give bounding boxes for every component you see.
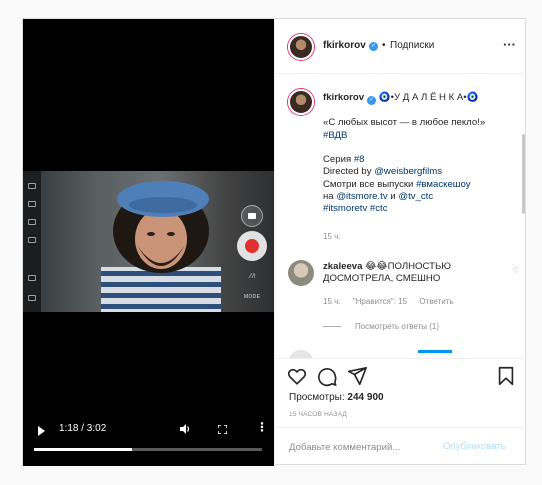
share-icon[interactable] [346, 365, 368, 387]
video-person-image [101, 181, 221, 312]
video-progress-fill [34, 448, 133, 451]
scrollbar[interactable] [522, 134, 525, 214]
video-frame[interactable]: ﾉﾊ MODE [23, 171, 274, 312]
header-username[interactable]: fkirkorov [323, 40, 366, 51]
views-number: 244 900 [347, 392, 384, 403]
comment-likes[interactable]: "Нравится": 15 [353, 297, 407, 306]
comment-icon[interactable] [316, 365, 338, 387]
post-details-pane: fkirkorov ✓ • Подписки ··· fkirkorov ✓ 🧿•… [274, 19, 527, 466]
post-timestamp[interactable]: 15 ЧАСОВ НАЗАД [289, 411, 347, 418]
views-count[interactable]: Просмотры: 244 900 [289, 392, 384, 403]
record-icon [237, 231, 267, 261]
post-actions: Просмотры: 244 900 15 ЧАСОВ НАЗАД Опубли… [275, 358, 527, 468]
heart-icon[interactable] [286, 365, 308, 387]
mode-label: MODE [244, 294, 261, 300]
comment-input[interactable] [289, 439, 429, 455]
series-label: Серия [323, 154, 354, 166]
comment-avatar[interactable] [288, 350, 314, 358]
side-glyph [28, 275, 36, 281]
instagram-post: ﾉﾊ MODE 1:18 / 3:02 ⋮ fkirkorov ✓ • Подп… [22, 18, 527, 466]
hashtag-link[interactable]: #ctc [370, 203, 388, 214]
post-header: fkirkorov ✓ • Подписки ··· [275, 19, 527, 74]
comment-meta: 15 ч. "Нравится": 15 Ответить [323, 297, 464, 306]
caption-text: fkirkorov ✓ 🧿•У Д А Л Ё Н К А•🧿 «С любых … [323, 92, 513, 216]
caption-title: 🧿•У Д А Л Ё Н К А•🧿 [376, 92, 479, 103]
side-glyph [28, 237, 36, 243]
comments-section[interactable]: fkirkorov ✓ 🧿•У Д А Л Ё Н К А•🧿 «С любых … [275, 74, 527, 358]
side-glyph [28, 183, 36, 189]
and-label: и [387, 191, 399, 203]
hashtag-link[interactable]: #8 [354, 154, 365, 165]
video-player[interactable]: ﾉﾊ MODE 1:18 / 3:02 ⋮ [23, 19, 274, 466]
mention-link[interactable]: @tv_ctc [398, 191, 433, 202]
comment-timestamp[interactable]: 15 ч. [323, 297, 341, 306]
mention-link[interactable]: @itsmore.tv [336, 191, 387, 202]
hashtag-link[interactable]: #itsmoretv [323, 203, 367, 214]
caption-avatar[interactable] [288, 89, 314, 115]
side-glyph [28, 295, 36, 301]
camera-icon [241, 205, 263, 227]
video-progress-bar[interactable] [34, 448, 262, 451]
caption-quote: «С любых высот — в любое пекло!» [323, 117, 486, 129]
side-glyph [28, 219, 36, 225]
bookmark-icon[interactable] [495, 365, 517, 387]
verified-icon: ✓ [369, 42, 378, 51]
following-button[interactable]: Подписки [390, 40, 434, 51]
video-side-toolbar [23, 171, 41, 312]
on-label: на [323, 191, 337, 203]
view-replies-button[interactable]: Посмотреть ответы (1) [323, 322, 439, 331]
reply-button[interactable]: Ответить [419, 297, 453, 306]
hashtag-link[interactable]: #ВДВ [323, 130, 347, 141]
side-glyph [28, 201, 36, 207]
directed-by-label: Directed by [323, 166, 375, 178]
mention-link[interactable]: @weisbergfilms [374, 166, 442, 177]
separator-dot: • [382, 40, 386, 51]
add-comment-form: Опубликовать [275, 427, 527, 467]
video-controls: 1:18 / 3:02 ⋮ [23, 419, 274, 466]
more-vertical-icon[interactable]: ⋮ [256, 421, 268, 433]
hashtag-link[interactable]: #вмаскешоу [416, 179, 470, 190]
caption-timestamp[interactable]: 15 ч. [323, 232, 341, 241]
comment-username[interactable]: zkaleeva [323, 261, 362, 272]
volume-icon[interactable] [179, 423, 191, 438]
load-more-indicator [418, 350, 452, 353]
views-label: Просмотры: [289, 392, 348, 403]
publish-button[interactable]: Опубликовать [443, 441, 506, 452]
fullscreen-icon[interactable] [218, 425, 227, 434]
effect-label: ﾉﾊ [248, 273, 255, 280]
verified-icon: ✓ [367, 96, 377, 105]
comment-heart-icon[interactable]: ♡ [512, 266, 519, 275]
comment-text: zkaleeva 😂😂ПОЛНОСТЬЮ ДОСМОТРЕЛА, СМЕШНО [323, 261, 493, 286]
video-time: 1:18 / 3:02 [59, 423, 107, 434]
more-horizontal-icon[interactable]: ··· [503, 37, 516, 52]
avatar[interactable] [288, 34, 314, 60]
watch-label: Смотри все выпуски [323, 178, 417, 190]
caption-username[interactable]: fkirkorov [323, 92, 364, 103]
comment-avatar[interactable] [288, 260, 314, 286]
play-icon[interactable] [38, 426, 45, 436]
